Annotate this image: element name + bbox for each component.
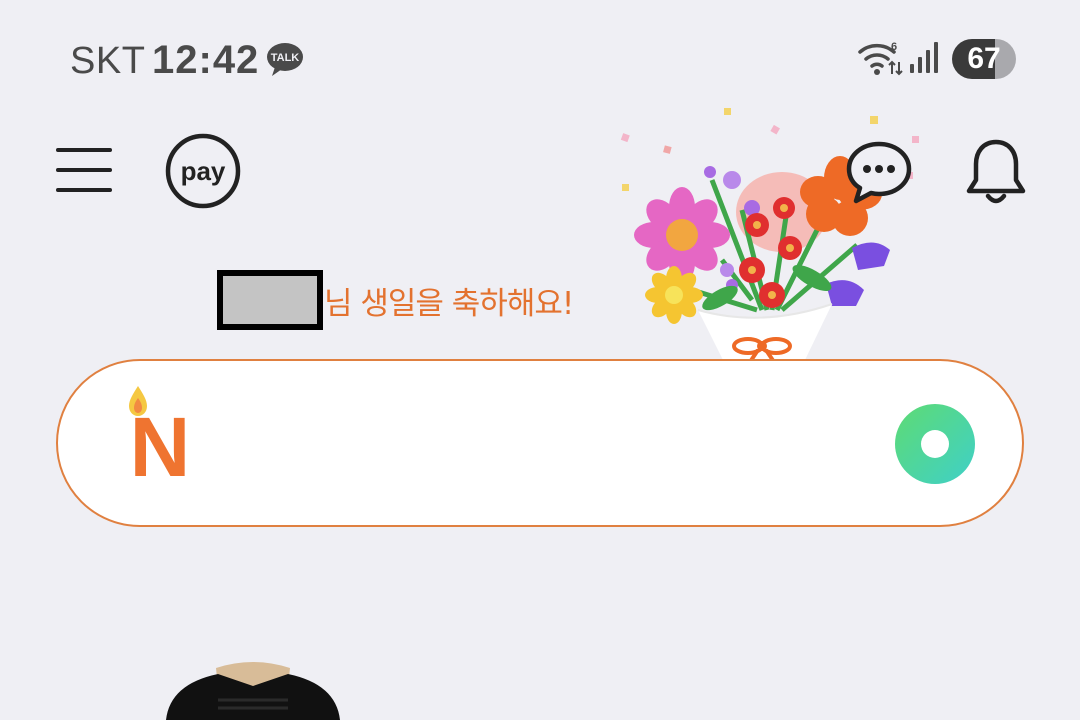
carrier-label: SKT	[70, 40, 146, 82]
status-time: 12:42	[152, 38, 260, 82]
menu-icon[interactable]	[52, 140, 116, 200]
naver-logo[interactable]: N	[110, 380, 210, 480]
pay-label: pay	[181, 156, 226, 186]
talk-icon: TALK	[267, 43, 303, 76]
pay-icon[interactable]: pay	[164, 132, 242, 210]
home-screen: SKT 12:42 TALK 6 67 pay 님 생일을 축하해요! N	[0, 0, 1080, 720]
product-thumbnail[interactable]	[158, 660, 348, 720]
naver-letter: N	[130, 400, 191, 480]
wifi-badge-text: 6	[891, 41, 897, 53]
chat-icon[interactable]	[844, 138, 914, 208]
battery-icon: 67	[952, 39, 1016, 79]
signal-icon	[910, 42, 938, 73]
bell-icon[interactable]	[962, 136, 1030, 208]
birthday-message: 님 생일을 축하해요!	[324, 286, 574, 322]
green-dot-icon[interactable]	[894, 403, 976, 485]
talk-badge-text: TALK	[271, 52, 300, 64]
redacted-user-name	[217, 270, 323, 330]
battery-percent: 67	[967, 42, 1001, 75]
wifi-icon: 6	[858, 41, 903, 76]
